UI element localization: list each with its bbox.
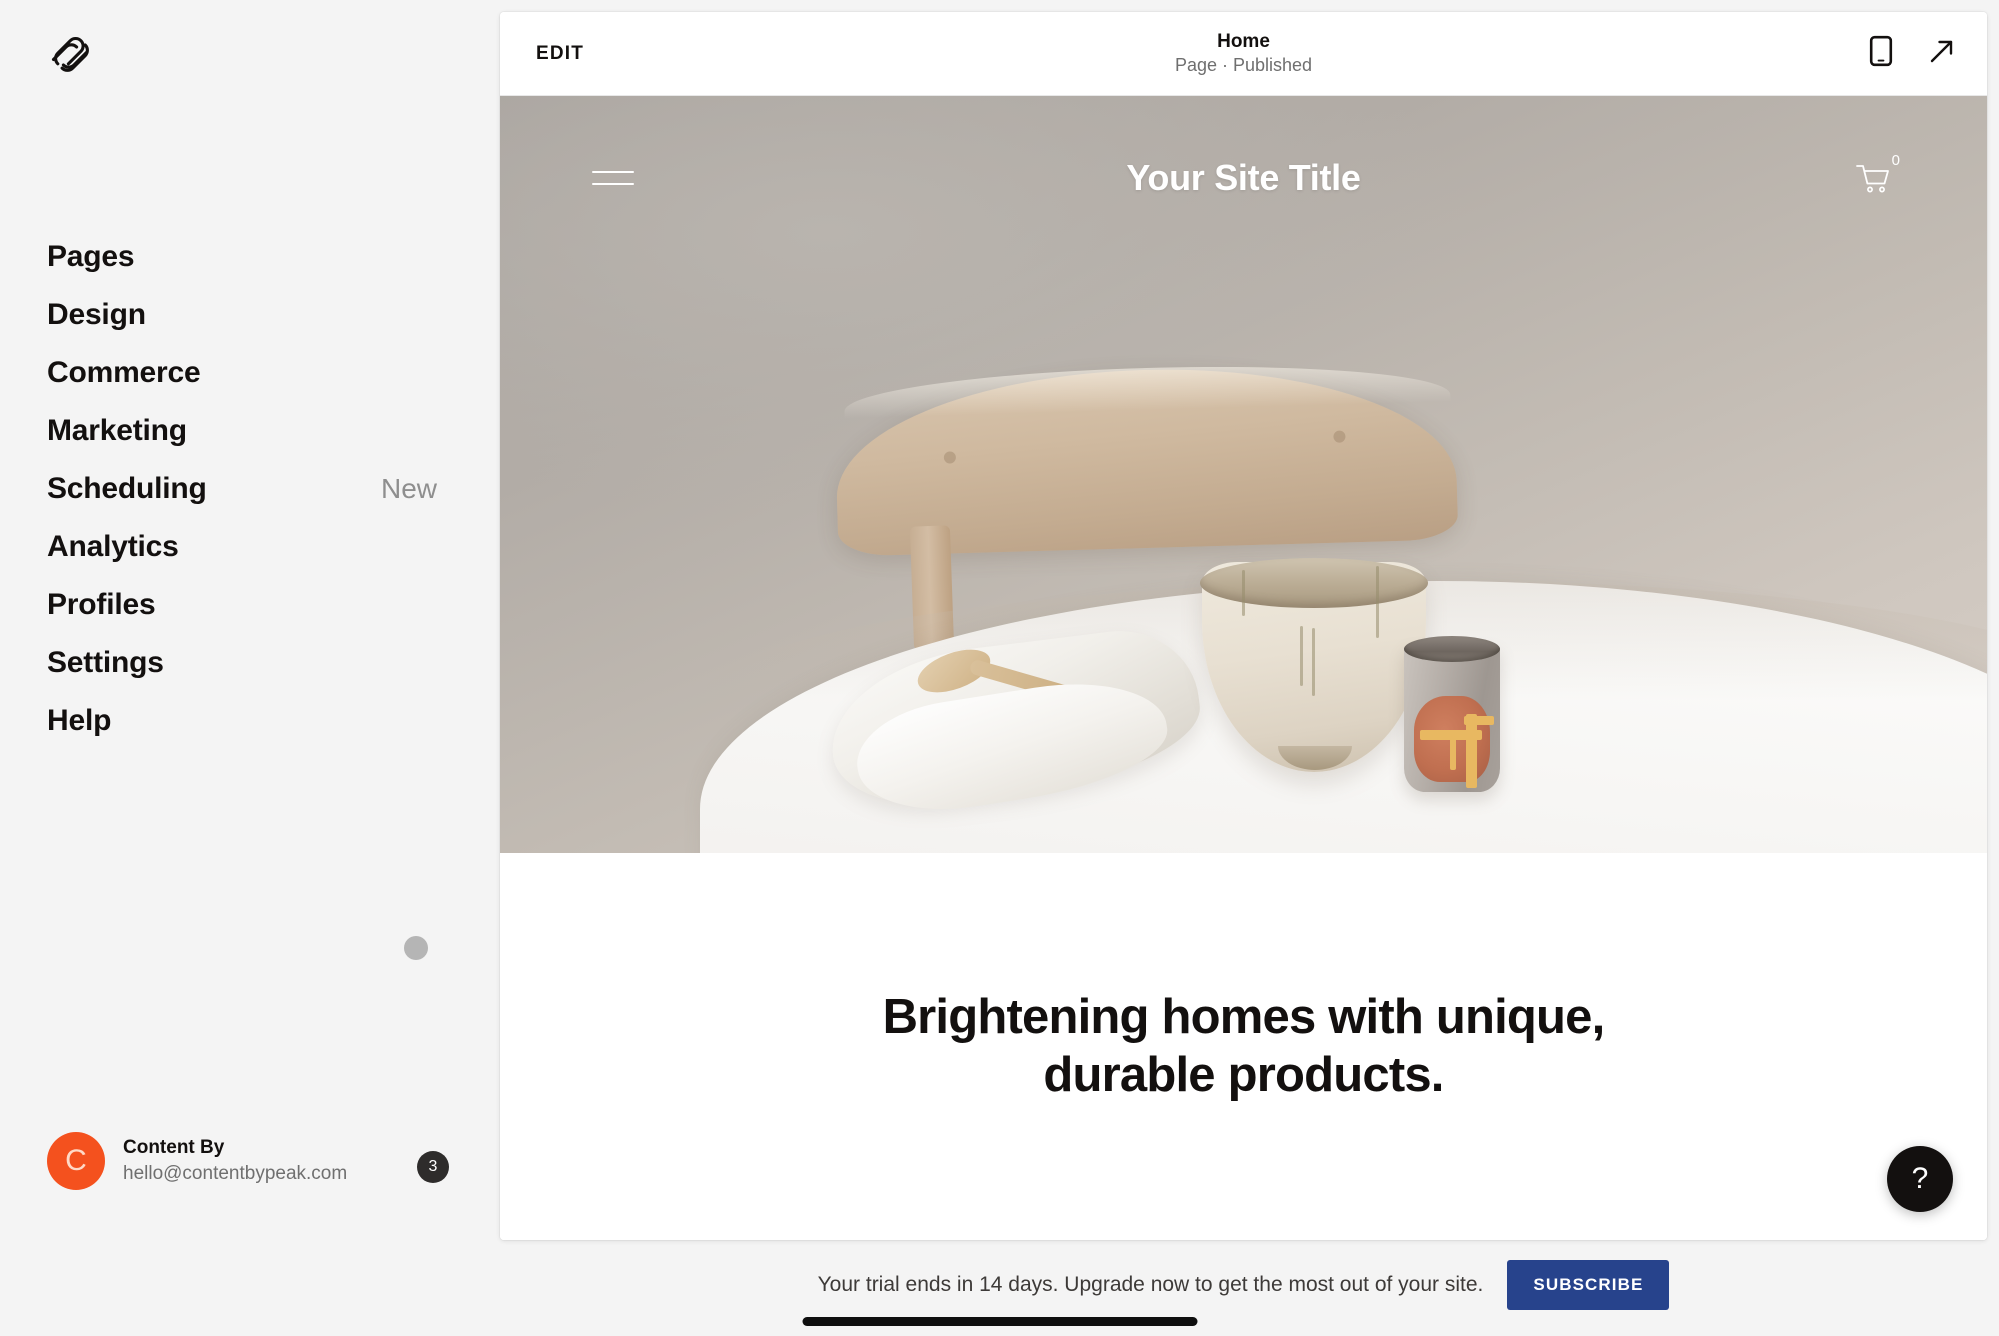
- sidebar-item-label: Analytics: [47, 530, 179, 563]
- avatar: C: [47, 1132, 105, 1190]
- cart-item-count: 0: [1891, 152, 1900, 169]
- preview-toolbar-icons: [1869, 35, 1957, 72]
- cup-rim: [1404, 636, 1500, 662]
- site-title: Your Site Title: [1126, 157, 1361, 198]
- page-status: Page · Published: [1174, 55, 1313, 76]
- site-preview-frame: Your Site Title 0 Brightening homes with…: [500, 96, 1987, 1240]
- sidebar-item-label: Profiles: [47, 588, 156, 621]
- sidebar-item-label: Settings: [47, 646, 164, 679]
- sidebar-item-new-badge: New: [381, 473, 438, 504]
- squarespace-dashboard: Pages Design Commerce Marketing Scheduli…: [0, 0, 1999, 1336]
- sidebar-item-settings[interactable]: Settings: [0, 634, 500, 692]
- squarespace-logo-icon[interactable]: [47, 33, 93, 79]
- sidebar-item-help[interactable]: Help: [0, 692, 500, 750]
- sidebar-item-label: Scheduling: [47, 472, 207, 505]
- cup-yellow-glaze: [1464, 716, 1494, 725]
- sidebar: Pages Design Commerce Marketing Scheduli…: [0, 0, 500, 1336]
- bowl-glaze-drip: [1312, 628, 1315, 696]
- sidebar-item-profiles[interactable]: Profiles: [0, 576, 500, 634]
- glazed-cup: [1404, 644, 1500, 792]
- sidebar-item-label: Marketing: [47, 414, 187, 447]
- open-external-icon[interactable]: [1927, 36, 1957, 71]
- profile-text: Content By hello@contentbypeak.com: [123, 1135, 347, 1186]
- profile-email: hello@contentbypeak.com: [123, 1163, 348, 1184]
- notification-badge[interactable]: 3: [417, 1151, 449, 1183]
- site-preview-panel: EDIT Home Page · Published Your Site Tit…: [500, 12, 1987, 1240]
- preview-toolbar: EDIT Home Page · Published: [500, 12, 1987, 96]
- sidebar-item-label: Commerce: [47, 356, 201, 389]
- mobile-preview-icon[interactable]: [1869, 35, 1893, 72]
- trial-banner: Your trial ends in 14 days. Upgrade now …: [500, 1246, 1987, 1324]
- hero-image: Your Site Title 0: [500, 96, 1987, 853]
- page-meta: Home Page · Published: [500, 30, 1987, 76]
- page-title: Home: [1217, 31, 1270, 53]
- site-headline: Brightening homes with unique, durable p…: [882, 989, 1606, 1102]
- cup-yellow-glaze: [1466, 714, 1477, 788]
- sidebar-item-label: Design: [47, 298, 146, 331]
- sidebar-item-label: Help: [47, 704, 112, 737]
- sidebar-nav: Pages Design Commerce Marketing Scheduli…: [0, 228, 500, 750]
- sidebar-item-label: Pages: [47, 240, 135, 273]
- bowl-glaze-drip: [1242, 570, 1245, 616]
- sidebar-item-scheduling[interactable]: Scheduling New: [0, 460, 500, 518]
- site-body-section: Brightening homes with unique, durable p…: [500, 853, 1987, 1240]
- shopping-cart-icon[interactable]: 0: [1853, 152, 1900, 198]
- profile-name: Content By: [123, 1137, 225, 1159]
- sidebar-item-marketing[interactable]: Marketing: [0, 402, 500, 460]
- sidebar-item-commerce[interactable]: Commerce: [0, 344, 500, 402]
- sidebar-item-pages[interactable]: Pages: [0, 228, 500, 286]
- subscribe-button[interactable]: SUBSCRIBE: [1507, 1260, 1670, 1310]
- site-header-nav: Your Site Title 0: [500, 150, 1987, 206]
- help-button[interactable]: ?: [1887, 1146, 1953, 1212]
- hamburger-menu-icon[interactable]: [592, 169, 634, 187]
- home-indicator: [802, 1317, 1197, 1326]
- bowl-glaze-drip: [1376, 566, 1379, 638]
- cup-yellow-glaze: [1450, 736, 1456, 770]
- bowl-glaze-drip: [1300, 626, 1303, 686]
- scroll-dot-indicator: [404, 936, 428, 960]
- sidebar-item-design[interactable]: Design: [0, 286, 500, 344]
- trial-message: Your trial ends in 14 days. Upgrade now …: [817, 1273, 1484, 1296]
- sidebar-item-analytics[interactable]: Analytics: [0, 518, 500, 576]
